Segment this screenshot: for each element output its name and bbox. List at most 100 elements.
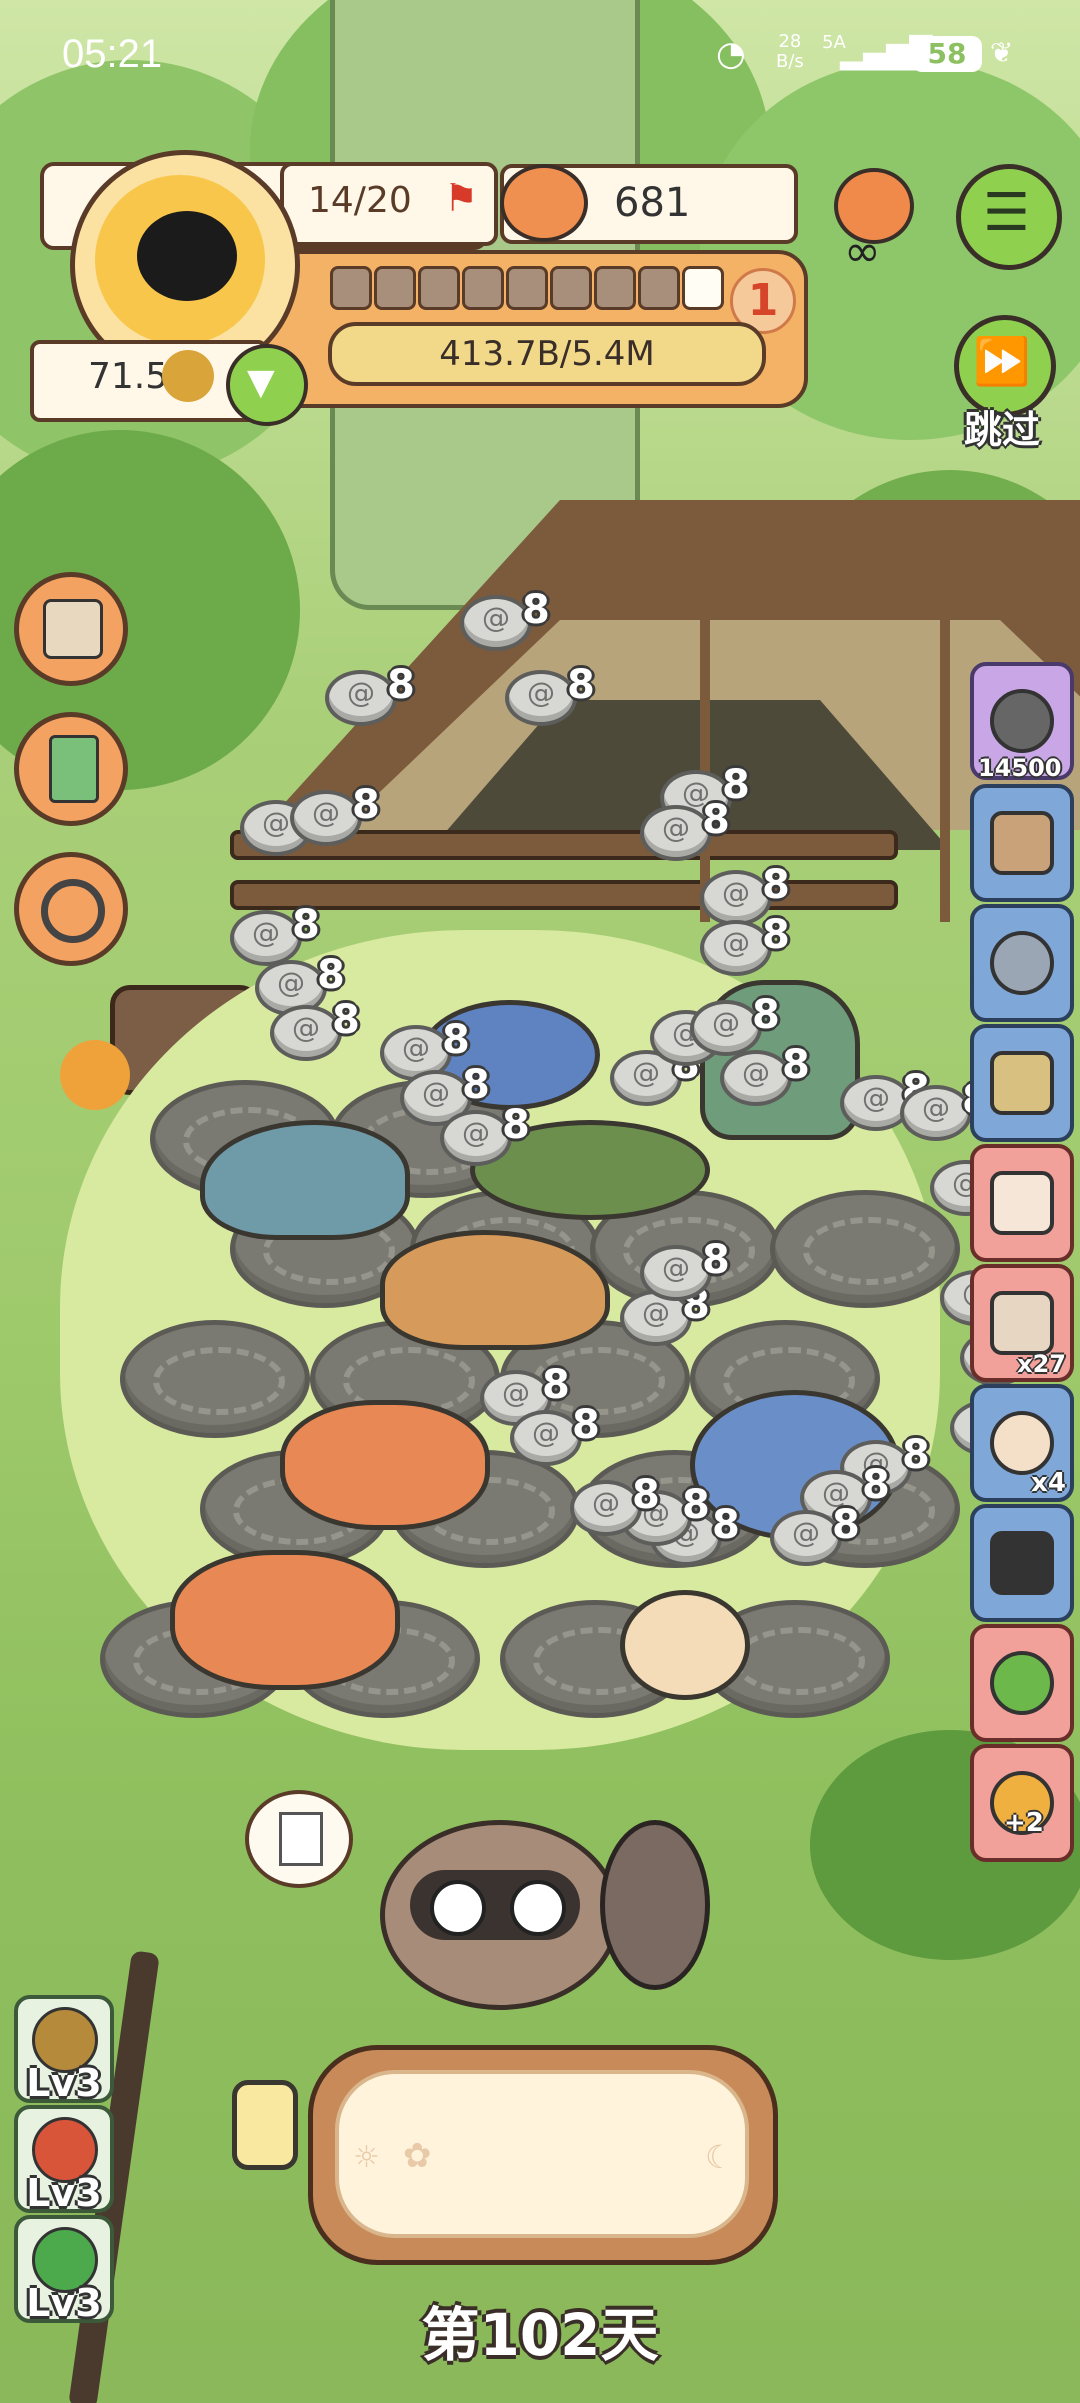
level-label: Lv3: [26, 2061, 102, 2105]
film-reel-icon: [990, 689, 1054, 753]
lantern: [232, 2080, 298, 2170]
golden-paw-icon: [162, 350, 214, 402]
coin-value-label: 8: [462, 1062, 490, 1108]
green-stone-icon: [990, 1651, 1054, 1715]
chevron-down-icon: ▼: [247, 362, 275, 403]
menu-button[interactable]: ☰: [956, 164, 1062, 270]
dumpling-icon: [990, 1411, 1054, 1475]
orange-flower: [60, 1040, 130, 1110]
net-speed: 28 B/s: [776, 31, 804, 72]
level-label: Lv3: [26, 2281, 102, 2325]
certificate-bubble[interactable]: [245, 1790, 353, 1888]
skip-button[interactable]: ⏩ 跳过: [950, 315, 1060, 455]
coin-value-label: 8: [702, 797, 730, 843]
level-button-pot[interactable]: Lv3: [14, 2105, 114, 2215]
coin-value-label: 8: [317, 952, 345, 998]
paw-plus-button[interactable]: +2: [970, 1744, 1074, 1862]
status-time: 05:21: [62, 32, 163, 76]
progress-segment: [374, 266, 416, 310]
level-label: Lv3: [26, 2171, 102, 2215]
level-button-skull[interactable]: Lv3: [14, 1995, 114, 2105]
message-board[interactable]: ☼ ✿ ☾: [308, 2045, 778, 2265]
bag-icon: [990, 1291, 1054, 1355]
battery-indicator: 58: [912, 36, 982, 72]
camera-button[interactable]: [970, 1504, 1074, 1622]
level-progress-segments: [330, 266, 730, 310]
collar-icon: [41, 879, 105, 943]
item-x27-button[interactable]: x27: [970, 1264, 1074, 1382]
food-count: 681: [614, 180, 691, 226]
coin-value-label: 8: [902, 1432, 930, 1478]
straw-hut-icon: [990, 1051, 1054, 1115]
progress-segment: [506, 266, 548, 310]
coin-value-label: 8: [522, 587, 550, 633]
progress-segment: [550, 266, 592, 310]
coin-value-label: 8: [752, 992, 780, 1038]
gameboy-icon: [49, 735, 99, 803]
food-bowl-icon: [500, 164, 588, 242]
hut-build-button[interactable]: [970, 1024, 1074, 1142]
green-stone-button[interactable]: [970, 1624, 1074, 1742]
moon-icon: ☾: [705, 2138, 734, 2176]
coin-value-label: 8: [387, 662, 415, 708]
badge-x4: x4: [1031, 1468, 1066, 1498]
orange-triceratops[interactable]: [170, 1550, 400, 1690]
coin-value-label: 8: [567, 662, 595, 708]
badge-x27: x27: [1017, 1350, 1066, 1378]
level-progress-bar: 413.7B/5.4M: [328, 322, 766, 386]
coin-value-label: 8: [862, 1462, 890, 1508]
paw-icon: ✿: [403, 2136, 432, 2176]
leaf-icon: ❦: [990, 36, 1014, 69]
skip-label: 跳过: [963, 408, 1040, 452]
sun-icon: ☼: [353, 2140, 380, 2175]
cat-capacity-box[interactable]: 14/20 ⚑: [280, 162, 498, 246]
stone-pad[interactable]: [770, 1190, 960, 1308]
progress-segment: [462, 266, 504, 310]
coin-value-label: 8: [762, 912, 790, 958]
stone-pile-icon: [990, 931, 1054, 995]
board-button[interactable]: [970, 784, 1074, 902]
progress-segment: [682, 266, 724, 310]
cat-tree-button[interactable]: [14, 572, 128, 686]
bones-icon: [990, 1171, 1054, 1235]
flag-icon: ⚑: [444, 176, 479, 220]
coin-value-label: 8: [682, 1482, 710, 1528]
black-cat-icon: [137, 211, 237, 301]
progress-segment: [594, 266, 636, 310]
fast-forward-icon: ⏩: [973, 334, 1031, 388]
dropdown-button[interactable]: ▼: [226, 344, 308, 426]
cat-tree-icon: [43, 599, 103, 659]
hamster[interactable]: [620, 1590, 750, 1700]
bones-button[interactable]: [970, 1144, 1074, 1262]
collar-button[interactable]: [14, 852, 128, 966]
coin-value-label: 8: [332, 997, 360, 1043]
stone-pile-button[interactable]: [970, 904, 1074, 1022]
gem-count: 14500: [978, 754, 1062, 782]
item-x4-button[interactable]: x4: [970, 1384, 1074, 1502]
gem-shop-button[interactable]: 14500: [970, 662, 1074, 782]
wooden-tower: [700, 520, 950, 922]
coin-value-label: 8: [292, 902, 320, 948]
coin-value-label: 8: [712, 1502, 740, 1548]
level-button-bag[interactable]: Lv3: [14, 2215, 114, 2325]
raccoon-character[interactable]: [360, 1800, 720, 2060]
coin-value-label: 8: [542, 1362, 570, 1408]
badge-plus2: +2: [1004, 1808, 1044, 1838]
paw-value: 71.5: [88, 356, 169, 397]
day-label: 第102天: [421, 2301, 659, 2369]
notice-board-icon: [990, 811, 1054, 875]
coin-value-label: 8: [782, 1042, 810, 1088]
campfire-infinite-button[interactable]: ∞: [820, 160, 920, 277]
gameboy-button[interactable]: [14, 712, 128, 826]
coin-value-label: 8: [702, 1237, 730, 1283]
list-icon: ☰: [983, 183, 1030, 243]
coin-value-label: 8: [832, 1502, 860, 1548]
alarm-icon: ◔: [716, 34, 746, 74]
camera-icon: [990, 1531, 1054, 1595]
orange-triceratops[interactable]: [280, 1400, 490, 1530]
stone-pad[interactable]: [120, 1320, 310, 1438]
coin-value-label: 8: [572, 1402, 600, 1448]
food-box[interactable]: 681: [500, 164, 798, 244]
status-bar: 05:21 ◔ 28 B/s 5A ▂▄▆█ 58 ❦: [0, 0, 1080, 110]
player-hud: 14/20 ⚑ 681 1 413.7B/5.4M 71.5 ▼: [30, 150, 810, 426]
